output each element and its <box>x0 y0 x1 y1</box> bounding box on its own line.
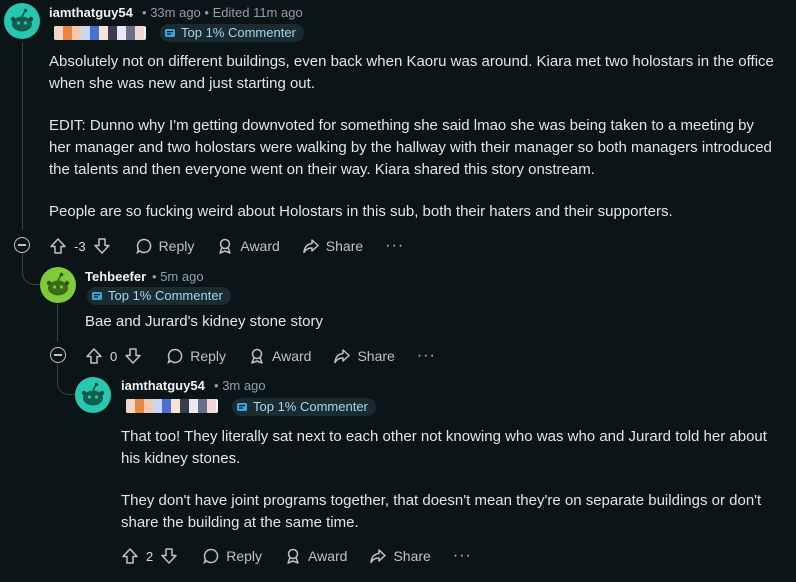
collapse-thread-button[interactable] <box>14 237 30 253</box>
share-button[interactable]: Share <box>333 347 395 365</box>
comment-action-bar: 2 Reply Award Share ··· <box>121 544 472 568</box>
comment-time[interactable]: 3m ago <box>222 378 265 393</box>
comment-paragraph: EDIT: Dunno why I'm getting downvoted fo… <box>49 117 772 178</box>
share-label: Share <box>393 548 431 564</box>
reply-bubble-icon <box>167 348 183 365</box>
comment-paragraph: Bae and Jurard's kidney stone story <box>85 313 323 330</box>
share-button[interactable]: Share <box>369 547 431 565</box>
vote-score: 0 <box>110 348 118 364</box>
meta-separator: • <box>152 269 157 284</box>
vote-score: -3 <box>74 238 86 254</box>
comment-action-bar: -3 Reply Award Share ··· <box>49 234 404 258</box>
share-button[interactable]: Share <box>302 237 363 255</box>
meta-separator: • <box>214 378 219 393</box>
upvote-icon[interactable] <box>85 347 103 365</box>
share-arrow-icon <box>334 349 351 364</box>
comment-paragraph: That too! They literally sat next to eac… <box>121 428 767 467</box>
award-label: Award <box>240 238 280 254</box>
comment-meta: • 5m ago <box>152 269 204 284</box>
award-label: Award <box>308 548 348 564</box>
downvote-icon[interactable] <box>160 547 178 565</box>
comment-paragraph: Absolutely not on different buildings, e… <box>49 53 774 92</box>
vote-control: 2 <box>121 547 178 565</box>
downvote-icon[interactable] <box>124 347 142 365</box>
thread-elbow-reply-2 <box>57 364 76 395</box>
commenter-badge-icon <box>165 29 175 37</box>
badge-label: Top 1% Commenter <box>108 288 223 303</box>
commenter-badge-icon <box>237 403 247 411</box>
snoo-avatar-icon <box>81 382 105 406</box>
reply-label: Reply <box>226 548 263 564</box>
thread-elbow-reply-1 <box>22 252 41 285</box>
reply-button[interactable]: Reply <box>166 347 226 365</box>
reply-label: Reply <box>158 238 195 254</box>
meta-separator: • <box>142 5 147 20</box>
award-label: Award <box>272 348 312 364</box>
badge-label: Top 1% Commenter <box>181 25 296 40</box>
top-commenter-badge: Top 1% Commenter <box>232 398 376 416</box>
comment-author[interactable]: iamthatguy54 <box>49 5 133 20</box>
user-flair-images <box>126 399 218 413</box>
thread-line-main <box>22 42 23 230</box>
comment-time[interactable]: 33m ago <box>150 5 201 20</box>
downvote-icon[interactable] <box>93 237 111 255</box>
comment-author[interactable]: Tehbeefer <box>85 269 146 284</box>
comment-body: That too! They literally sat next to eac… <box>121 426 781 554</box>
award-icon <box>251 348 263 364</box>
thread-line-reply-1 <box>57 304 58 342</box>
comment-paragraph: People are so fucking weird about Holost… <box>49 203 673 220</box>
more-options-button[interactable]: ··· <box>453 547 472 565</box>
avatar[interactable] <box>40 267 76 303</box>
share-arrow-icon <box>303 239 319 254</box>
reply-bubble-icon <box>203 548 219 565</box>
more-options-button[interactable]: ··· <box>417 347 436 365</box>
upvote-icon[interactable] <box>121 547 139 565</box>
badge-label: Top 1% Commenter <box>253 399 368 414</box>
top-commenter-badge: Top 1% Commenter <box>87 287 231 305</box>
comment-time[interactable]: 5m ago <box>160 269 203 284</box>
comment-paragraph: They don't have joint programs together,… <box>121 492 762 531</box>
comment-author[interactable]: iamthatguy54 <box>121 378 205 393</box>
vote-control: -3 <box>49 237 111 255</box>
reply-bubble-icon <box>135 238 151 255</box>
vote-score: 2 <box>146 548 154 564</box>
reply-label: Reply <box>190 348 227 364</box>
comment-action-bar: 0 Reply Award Share ··· <box>85 344 436 368</box>
commenter-badge-icon <box>92 292 102 300</box>
upvote-icon[interactable] <box>49 237 67 255</box>
reply-button[interactable]: Reply <box>135 237 195 255</box>
award-icon <box>287 548 299 564</box>
comment-body: Absolutely not on different buildings, e… <box>49 51 779 243</box>
collapse-icon <box>18 244 26 246</box>
share-arrow-icon <box>370 549 387 564</box>
share-label: Share <box>357 348 395 364</box>
collapse-icon <box>54 354 62 356</box>
reply-button[interactable]: Reply <box>202 547 262 565</box>
top-commenter-badge: Top 1% Commenter <box>160 24 304 42</box>
award-icon <box>219 238 232 254</box>
award-button[interactable]: Award <box>248 347 311 365</box>
collapse-thread-button[interactable] <box>50 347 66 363</box>
share-label: Share <box>325 238 364 254</box>
meta-separator: • <box>204 5 209 20</box>
comment-edited: Edited 11m ago <box>212 5 303 20</box>
vote-control: 0 <box>85 347 142 365</box>
user-flair-images <box>54 26 146 40</box>
snoo-avatar-icon <box>46 272 70 296</box>
comment-meta: • 33m ago • Edited 11m ago <box>142 5 303 20</box>
avatar[interactable] <box>4 3 40 39</box>
comment-meta: • 3m ago <box>214 378 266 393</box>
snoo-avatar-icon <box>10 8 34 32</box>
award-button[interactable]: Award <box>216 237 280 255</box>
more-options-button[interactable]: ··· <box>385 237 404 255</box>
avatar[interactable] <box>75 377 111 413</box>
award-button[interactable]: Award <box>284 547 347 565</box>
